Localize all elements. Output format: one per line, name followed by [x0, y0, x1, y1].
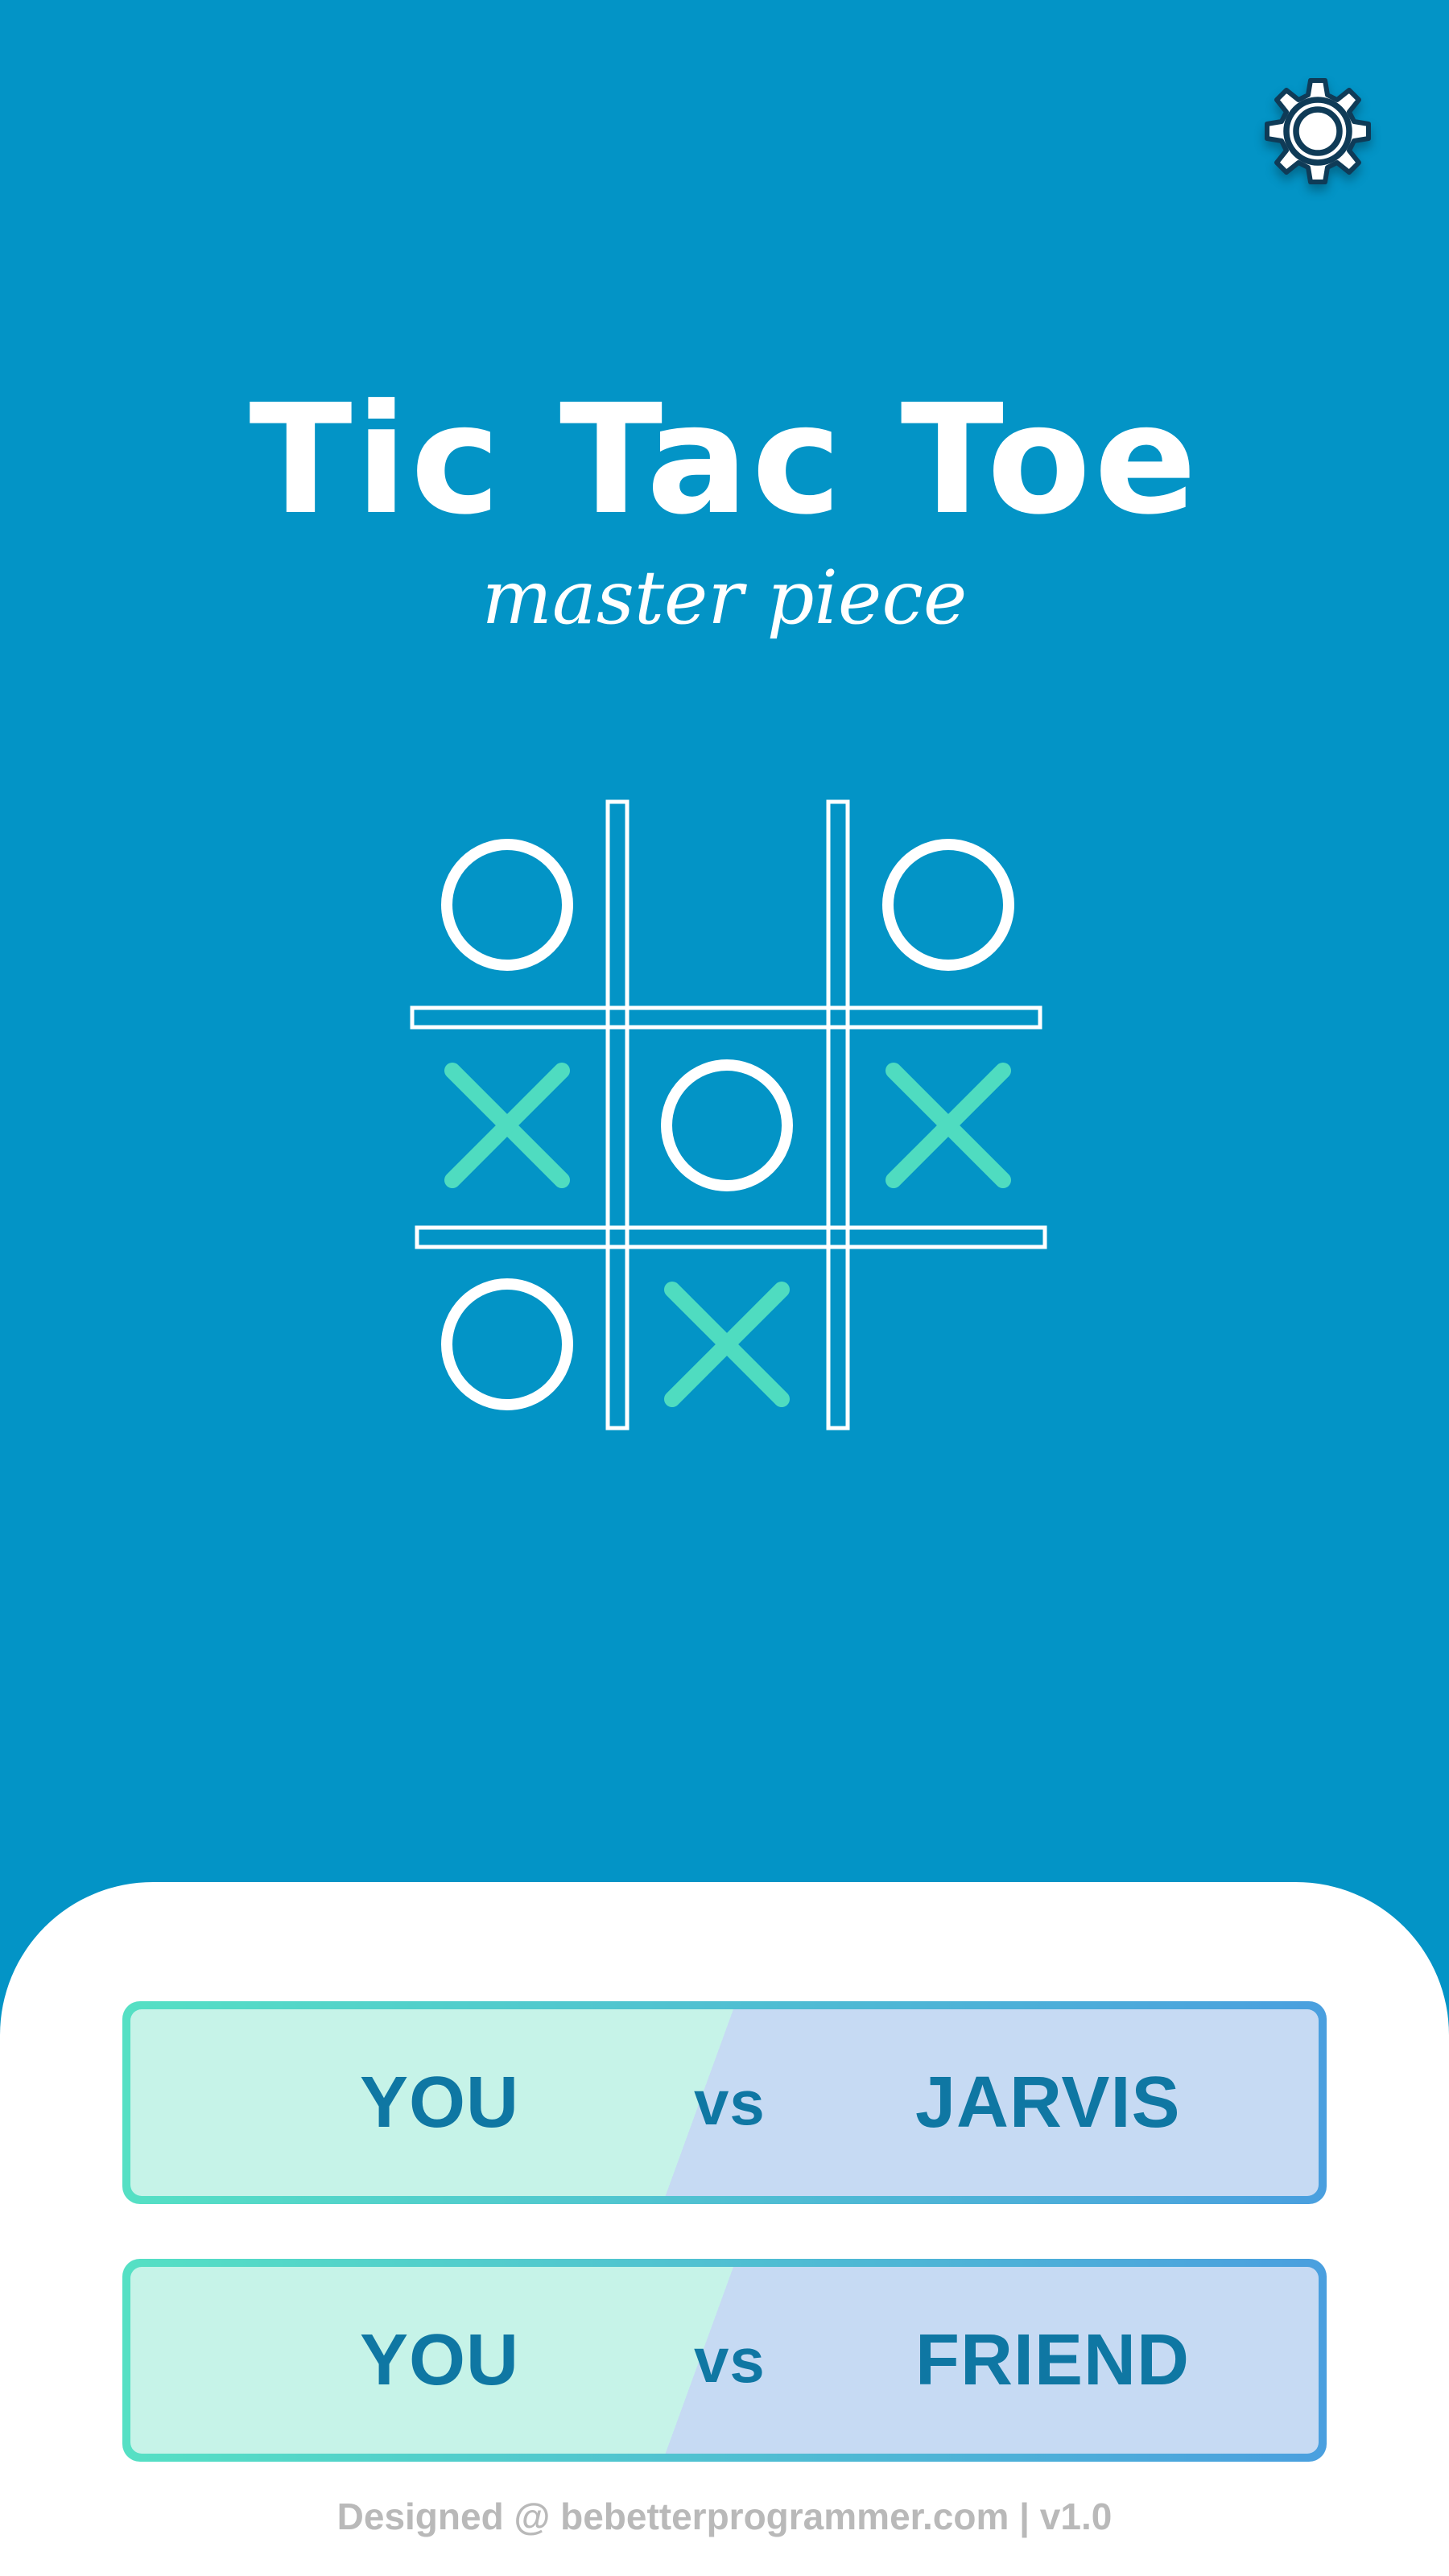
mode-panel — [0, 1882, 1449, 2576]
o-mark — [882, 839, 1014, 971]
grid-line-h1 — [410, 1005, 1042, 1030]
app-title: Tic Tac Toe — [249, 372, 1200, 548]
grid-line-v2 — [826, 799, 850, 1430]
app-subtitle: master piece — [481, 555, 968, 641]
x-mark — [886, 1063, 1011, 1188]
footer-credit: Designed @ bebetterprogrammer.com | v1.0 — [336, 2496, 1113, 2537]
mode-button-vs-friend[interactable]: YOU vs FRIEND — [122, 2259, 1327, 2462]
gear-icon — [1265, 78, 1371, 184]
settings-button[interactable] — [1257, 71, 1378, 192]
vs-label: vs — [694, 2067, 766, 2138]
player-label: YOU — [360, 2062, 520, 2143]
grid-line-v1 — [605, 799, 630, 1430]
opponent-label: FRIEND — [915, 2320, 1190, 2401]
o-mark — [661, 1059, 793, 1191]
o-mark — [441, 1278, 573, 1410]
home-screen: Tic Tac Toe master piece YOU vs JARVIS Y… — [0, 0, 1449, 2576]
opponent-label: JARVIS — [915, 2062, 1181, 2143]
x-mark — [664, 1282, 790, 1407]
vs-label: vs — [694, 2325, 766, 2396]
x-mark — [444, 1063, 570, 1188]
mode-button-vs-jarvis[interactable]: YOU vs JARVIS — [122, 2001, 1327, 2204]
o-mark — [441, 839, 573, 971]
player-label: YOU — [360, 2320, 520, 2401]
grid-line-h2 — [415, 1225, 1047, 1249]
